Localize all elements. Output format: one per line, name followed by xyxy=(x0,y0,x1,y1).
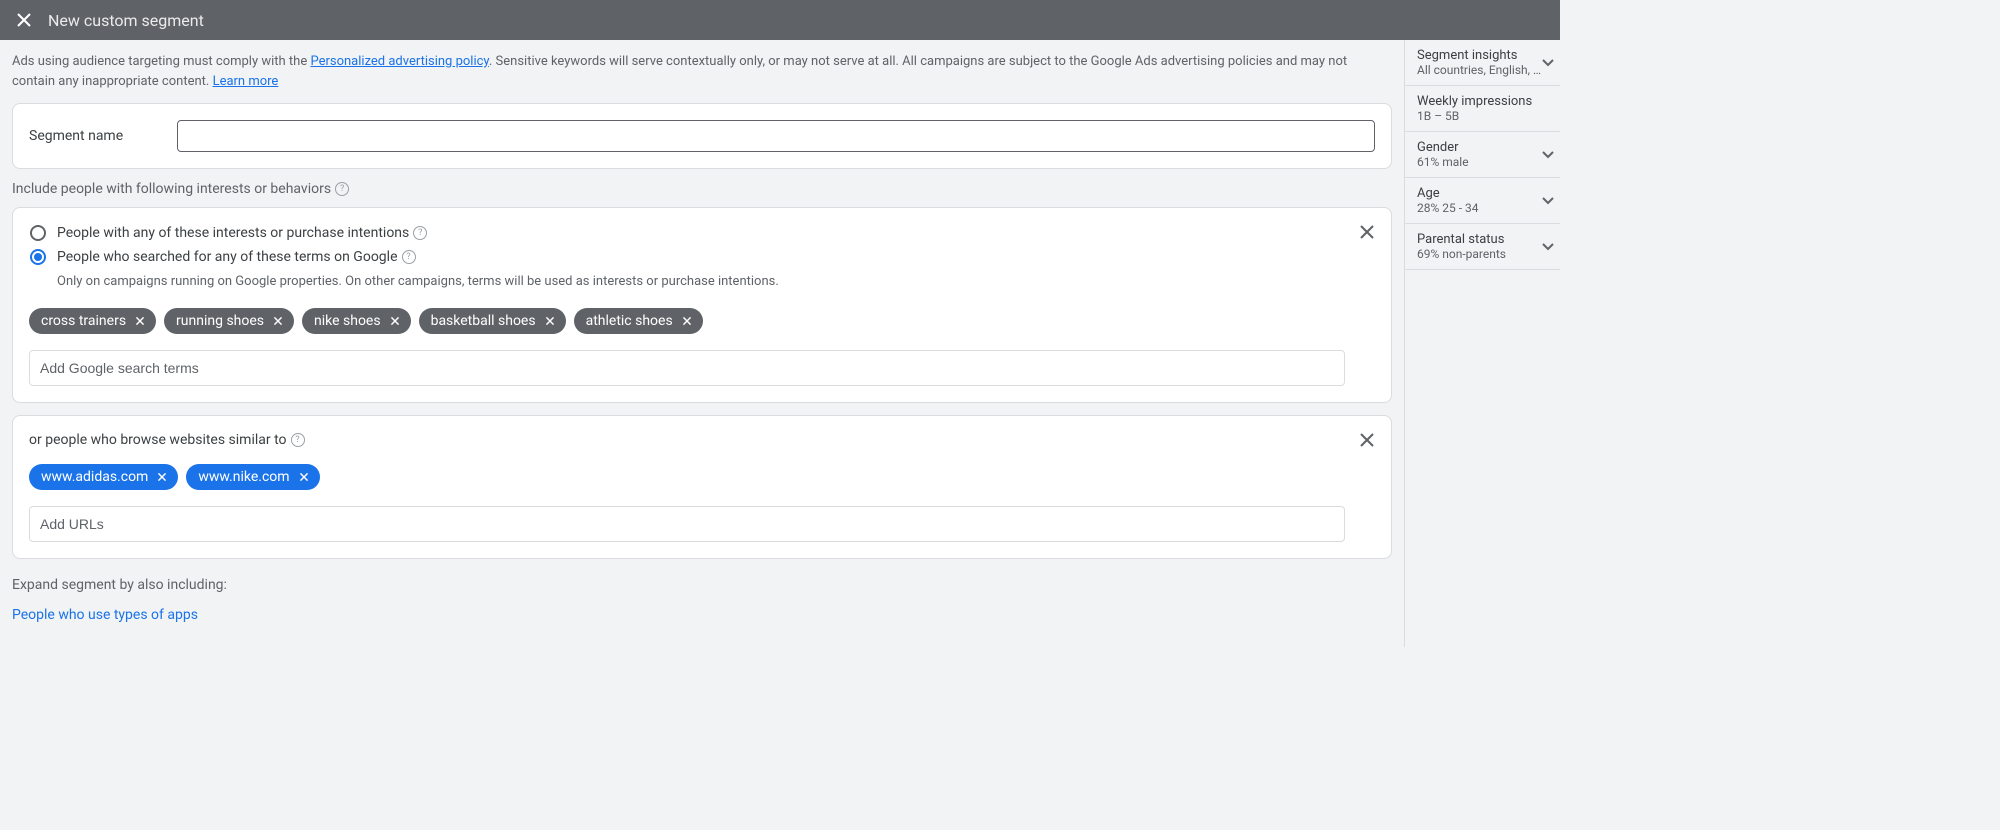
chevron-down-icon[interactable] xyxy=(1542,239,1554,255)
include-section-label: Include people with following interests … xyxy=(12,181,1392,197)
add-urls-input[interactable] xyxy=(29,506,1345,542)
learn-more-link[interactable]: Learn more xyxy=(213,74,279,89)
chevron-down-icon[interactable] xyxy=(1542,147,1554,163)
insight-section[interactable]: Age28% 25 - 34 xyxy=(1405,178,1560,224)
insight-section: Weekly impressions1B – 5B xyxy=(1405,86,1560,132)
chip-label: www.adidas.com xyxy=(41,469,148,485)
radio-interests[interactable]: People with any of these interests or pu… xyxy=(29,224,1375,242)
website-chip: www.adidas.com xyxy=(29,464,178,490)
chip-remove-button[interactable] xyxy=(270,313,286,329)
chip-remove-button[interactable] xyxy=(296,469,312,485)
close-icon xyxy=(1360,433,1374,447)
insights-sidebar: Segment insightsAll countries, English, … xyxy=(1404,40,1560,647)
insight-sub: 69% non-parents xyxy=(1417,247,1548,261)
insight-title: Weekly impressions xyxy=(1417,94,1548,109)
personalized-policy-link[interactable]: Personalized advertising policy xyxy=(310,54,488,69)
website-chip: www.nike.com xyxy=(186,464,319,490)
chip-remove-button[interactable] xyxy=(132,313,148,329)
websites-label: or people who browse websites similar to xyxy=(29,432,287,448)
chip-remove-button[interactable] xyxy=(679,313,695,329)
content-area: Ads using audience targeting must comply… xyxy=(0,40,1404,647)
radio-icon xyxy=(29,224,47,242)
segment-name-card: Segment name xyxy=(12,103,1392,169)
segment-name-label: Segment name xyxy=(29,128,123,144)
insight-title: Age xyxy=(1417,186,1548,201)
policy-text-1: Ads using audience targeting must comply… xyxy=(12,54,310,69)
close-icon xyxy=(1360,225,1374,239)
radio-search-terms-sublabel: Only on campaigns running on Google prop… xyxy=(57,272,1375,292)
radio-icon xyxy=(29,248,47,266)
dialog-header: New custom segment xyxy=(0,0,1560,40)
chip-label: cross trainers xyxy=(41,313,126,329)
search-term-chip: athletic shoes xyxy=(574,308,703,334)
insight-sub: 28% 25 - 34 xyxy=(1417,201,1548,215)
chip-remove-button[interactable] xyxy=(154,469,170,485)
search-term-chip: basketball shoes xyxy=(419,308,566,334)
policy-notice: Ads using audience targeting must comply… xyxy=(12,52,1392,91)
insight-section[interactable]: Segment insightsAll countries, English, … xyxy=(1405,40,1560,86)
search-term-chip: running shoes xyxy=(164,308,294,334)
chevron-down-icon[interactable] xyxy=(1542,55,1554,71)
search-term-chip: nike shoes xyxy=(302,308,411,334)
expand-apps-link[interactable]: People who use types of apps xyxy=(12,607,1392,623)
chip-label: running shoes xyxy=(176,313,264,329)
chip-label: basketball shoes xyxy=(431,313,536,329)
website-chips: www.adidas.com www.nike.com xyxy=(29,464,1375,490)
include-card: People with any of these interests or pu… xyxy=(12,207,1392,403)
chip-label: athletic shoes xyxy=(586,313,673,329)
help-icon[interactable]: ? xyxy=(291,433,305,447)
radio-search-terms[interactable]: People who searched for any of these ter… xyxy=(29,248,1375,266)
close-dialog-button[interactable] xyxy=(12,8,36,32)
remove-include-card-button[interactable] xyxy=(1355,220,1379,244)
dialog-title: New custom segment xyxy=(48,11,204,30)
insight-sub: 1B – 5B xyxy=(1417,109,1548,123)
help-icon[interactable]: ? xyxy=(413,226,427,240)
insight-section[interactable]: Parental status69% non-parents xyxy=(1405,224,1560,270)
chip-remove-button[interactable] xyxy=(542,313,558,329)
chip-label: nike shoes xyxy=(314,313,381,329)
insight-title: Gender xyxy=(1417,140,1548,155)
help-icon[interactable]: ? xyxy=(335,182,349,196)
chevron-down-icon[interactable] xyxy=(1542,193,1554,209)
add-search-terms-input[interactable] xyxy=(29,350,1345,386)
include-section-label-text: Include people with following interests … xyxy=(12,181,331,197)
chip-remove-button[interactable] xyxy=(387,313,403,329)
websites-card: or people who browse websites similar to… xyxy=(12,415,1392,559)
close-icon xyxy=(17,13,31,27)
insight-section[interactable]: Gender61% male xyxy=(1405,132,1560,178)
remove-websites-card-button[interactable] xyxy=(1355,428,1379,452)
radio-interests-label: People with any of these interests or pu… xyxy=(57,225,409,241)
segment-name-input[interactable] xyxy=(177,120,1375,152)
search-term-chip: cross trainers xyxy=(29,308,156,334)
insight-sub: 61% male xyxy=(1417,155,1548,169)
radio-search-terms-label: People who searched for any of these ter… xyxy=(57,249,398,265)
insight-title: Segment insights xyxy=(1417,48,1548,63)
chip-label: www.nike.com xyxy=(198,469,289,485)
insight-title: Parental status xyxy=(1417,232,1548,247)
search-term-chips: cross trainers running shoes nike shoes bas… xyxy=(29,308,1375,334)
insight-sub: All countries, English, All... xyxy=(1417,63,1548,77)
expand-label: Expand segment by also including: xyxy=(12,577,1392,593)
main-container: Ads using audience targeting must comply… xyxy=(0,40,1560,647)
help-icon[interactable]: ? xyxy=(402,250,416,264)
